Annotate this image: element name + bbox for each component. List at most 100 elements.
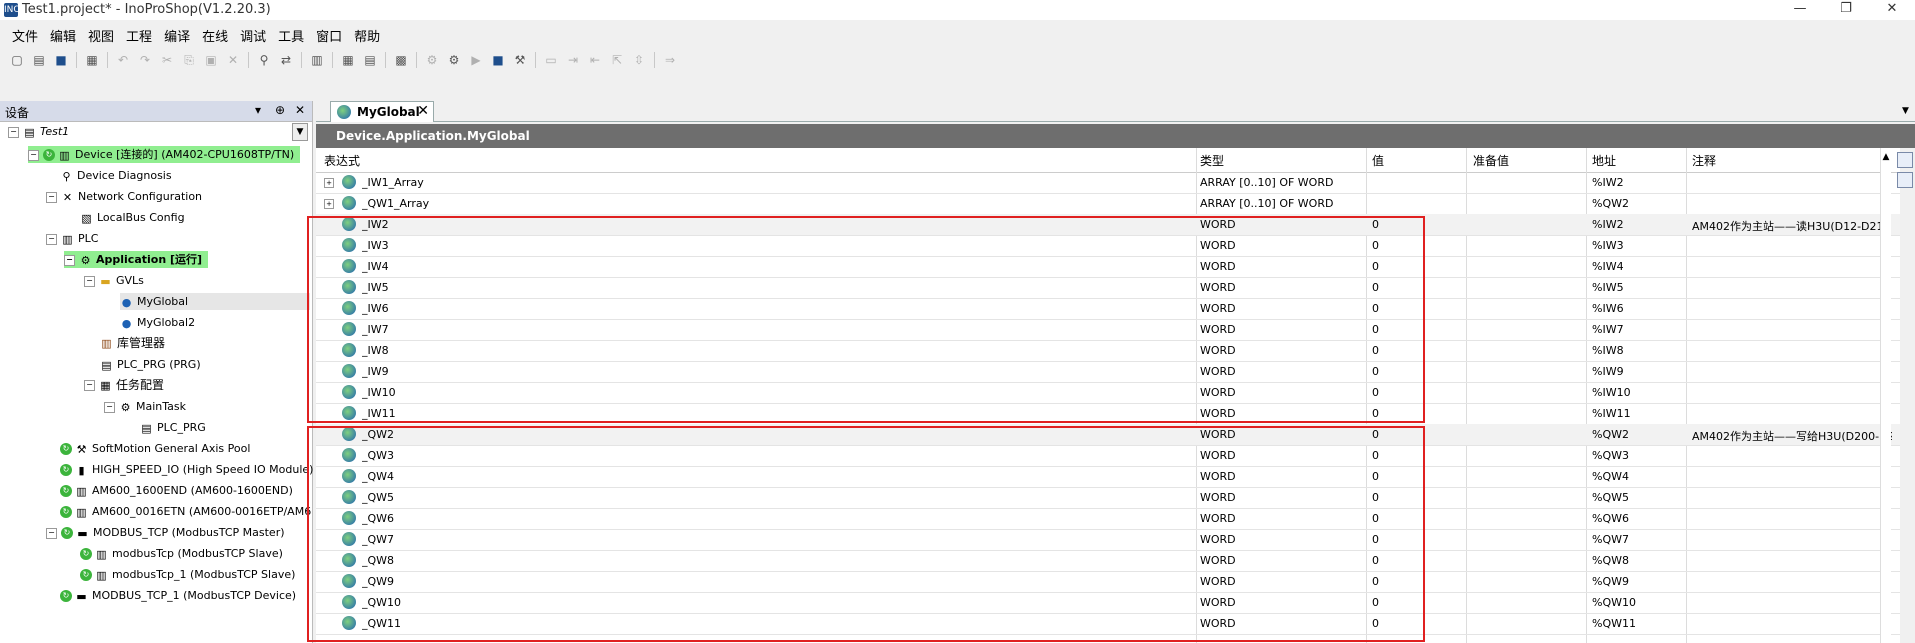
add-object-icon[interactable]: ▦ xyxy=(339,52,357,68)
breakpoint-icon[interactable]: ▭ xyxy=(542,52,560,68)
find-icon[interactable]: ⚲ xyxy=(255,52,273,68)
step-out-icon[interactable]: ⇱ xyxy=(608,52,626,68)
table-row[interactable]: + _QW1_Array ARRAY [0..10] OF WORD %QW2 xyxy=(316,193,1900,215)
properties-icon[interactable]: ▤ xyxy=(361,52,379,68)
tab-close-icon[interactable]: ✕ xyxy=(417,103,429,119)
write-values-icon[interactable]: ⇒ xyxy=(661,52,679,68)
delete-icon[interactable]: ✕ xyxy=(224,52,242,68)
expand-icon[interactable]: + xyxy=(324,178,334,188)
tree-modbustcp-slave[interactable]: ↻ ▥ modbusTcp (ModbusTCP Slave) xyxy=(80,545,283,562)
force-icon[interactable]: ⇳ xyxy=(630,52,648,68)
cell-expression: _QW1_Array xyxy=(362,197,430,210)
panel-close-icon[interactable]: ✕ xyxy=(295,103,305,117)
tree-network-configuration[interactable]: − ✕ Network Configuration xyxy=(46,188,202,205)
menu-edit[interactable]: 编辑 xyxy=(44,24,82,46)
menu-view[interactable]: 视图 xyxy=(82,24,120,46)
cell-address: %QW4 xyxy=(1592,470,1629,483)
tree-am600-1600end[interactable]: ↻ ▥ AM600_1600END (AM600-1600END) xyxy=(60,482,293,499)
tree-device-diagnosis[interactable]: ⚲ Device Diagnosis xyxy=(60,167,171,184)
print-icon[interactable]: ▦ xyxy=(83,52,101,68)
tree-plc[interactable]: − ▥ PLC xyxy=(46,230,98,247)
scroll-up-icon[interactable]: ▲ xyxy=(1881,152,1891,162)
column-address[interactable]: 地址 xyxy=(1592,152,1616,169)
stop-icon[interactable]: ■ xyxy=(489,52,507,68)
running-status-icon: ↻ xyxy=(80,548,92,560)
menu-window[interactable]: 窗口 xyxy=(310,24,348,46)
menu-build[interactable]: 编译 xyxy=(158,24,196,46)
new-file-icon[interactable]: ▢ xyxy=(8,52,26,68)
menu-online[interactable]: 在线 xyxy=(196,24,234,46)
column-comment[interactable]: 注释 xyxy=(1692,152,1716,169)
tree-high-speed-io[interactable]: ↻ ▮ HIGH_SPEED_IO (High Speed IO Module) xyxy=(60,461,313,478)
paste-icon[interactable]: ▣ xyxy=(202,52,220,68)
tree-modbustcp-slave-1[interactable]: ↻ ▥ modbusTcp_1 (ModbusTCP Slave) xyxy=(80,566,295,583)
copy-icon[interactable]: ⎘ xyxy=(180,52,198,68)
run-icon[interactable]: ▶ xyxy=(467,52,485,68)
undo-icon[interactable]: ↶ xyxy=(114,52,132,68)
menu-debug[interactable]: 调试 xyxy=(234,24,272,46)
minimize-button[interactable]: — xyxy=(1777,0,1823,20)
tree-modbus-tcp[interactable]: − ↻ ▬ MODBUS_TCP (ModbusTCP Master) xyxy=(46,524,285,541)
tree-myglobal[interactable]: ● MyGlobal xyxy=(120,293,310,310)
tree-am600-0016etn[interactable]: ↻▥AM600_0016ETN (AM600-0016ETP/AM600-001… xyxy=(60,503,312,520)
running-status-icon: ↻ xyxy=(60,590,72,602)
tree-softmotion-pool[interactable]: ↻ ⚒ SoftMotion General Axis Pool xyxy=(60,440,250,457)
collapse-icon[interactable]: − xyxy=(64,254,75,266)
save-icon[interactable]: ■ xyxy=(52,52,70,68)
column-value[interactable]: 值 xyxy=(1372,152,1384,169)
reset-icon[interactable]: ⚒ xyxy=(511,52,529,68)
redo-icon[interactable]: ↷ xyxy=(136,52,154,68)
project-root-row[interactable]: − ▤ Test1 ▼ xyxy=(0,123,310,141)
grid-header: 表达式 类型 值 准备值 地址 注释 xyxy=(316,148,1900,173)
login-icon[interactable]: ⚙ xyxy=(423,52,441,68)
column-prepared-value[interactable]: 准备值 xyxy=(1473,152,1509,169)
tab-myglobal[interactable]: MyGlobal ✕ xyxy=(330,101,434,122)
collapse-icon[interactable]: − xyxy=(46,233,57,245)
tree-library-manager[interactable]: ▥ 库管理器 xyxy=(100,335,165,352)
tree-application[interactable]: − ⚙ Application [运行] xyxy=(64,251,209,268)
column-type[interactable]: 类型 xyxy=(1200,152,1224,169)
column-expression[interactable]: 表达式 xyxy=(324,152,360,169)
step-over-icon[interactable]: ⇥ xyxy=(564,52,582,68)
collapse-icon[interactable]: − xyxy=(8,126,19,138)
tree-plc-prg-call[interactable]: ▤ PLC_PRG xyxy=(140,419,205,436)
collapse-icon[interactable]: − xyxy=(46,527,57,539)
pin-icon[interactable]: ⊕ xyxy=(275,103,285,117)
modbus-device-icon: ▬ xyxy=(76,589,87,603)
menu-tools[interactable]: 工具 xyxy=(272,24,310,46)
panel-menu-icon[interactable]: ▾ xyxy=(255,103,261,117)
toolbox-panel-icon[interactable] xyxy=(1897,172,1913,188)
tab-list-chevron-icon[interactable]: ▼ xyxy=(1902,106,1909,116)
maximize-button[interactable]: ❐ xyxy=(1823,0,1869,20)
tree-device[interactable]: − ↻ ▥ Device [连接的] (AM402-CPU1608TP/TN) xyxy=(28,146,301,163)
table-row[interactable]: + _IW1_Array ARRAY [0..10] OF WORD %IW2 xyxy=(316,172,1900,194)
replace-icon[interactable]: ⇄ xyxy=(277,52,295,68)
collapse-icon[interactable]: − xyxy=(84,275,95,287)
logout-icon[interactable]: ⚙ xyxy=(445,52,463,68)
tree-gvls[interactable]: − ▬ GVLs xyxy=(84,272,144,289)
collapse-icon[interactable]: − xyxy=(46,191,57,203)
expand-icon[interactable]: + xyxy=(324,199,334,209)
collapse-icon[interactable]: − xyxy=(28,149,39,161)
grid-vertical-scrollbar[interactable]: ▲ xyxy=(1880,148,1891,643)
properties-panel-icon[interactable] xyxy=(1897,152,1913,168)
open-folder-icon[interactable]: ▤ xyxy=(30,52,48,68)
collapse-icon[interactable]: − xyxy=(84,380,95,391)
menu-help[interactable]: 帮助 xyxy=(348,24,386,46)
chevron-down-icon[interactable]: ▼ xyxy=(292,123,308,141)
step-into-icon[interactable]: ⇤ xyxy=(586,52,604,68)
collapse-icon[interactable]: − xyxy=(104,401,115,413)
close-window-button[interactable]: ✕ xyxy=(1869,0,1915,20)
cell-address: %IW10 xyxy=(1592,386,1631,399)
tree-plc-prg[interactable]: ▤ PLC_PRG (PRG) xyxy=(100,356,200,373)
select-all-icon[interactable]: ▥ xyxy=(308,52,326,68)
build-icon[interactable]: ▩ xyxy=(392,52,410,68)
tree-localbus-config[interactable]: ▧ LocalBus Config xyxy=(80,209,184,226)
menu-project[interactable]: 工程 xyxy=(120,24,158,46)
tree-maintask[interactable]: − ⚙ MainTask xyxy=(104,398,186,415)
tree-modbus-tcp-1[interactable]: ↻ ▬ MODBUS_TCP_1 (ModbusTCP Device) xyxy=(60,587,296,604)
tree-task-configuration[interactable]: − ▦ 任务配置 xyxy=(84,377,164,394)
tree-myglobal2[interactable]: ● MyGlobal2 xyxy=(120,314,195,331)
cut-icon[interactable]: ✂ xyxy=(158,52,176,68)
menu-file[interactable]: 文件 xyxy=(6,24,44,46)
